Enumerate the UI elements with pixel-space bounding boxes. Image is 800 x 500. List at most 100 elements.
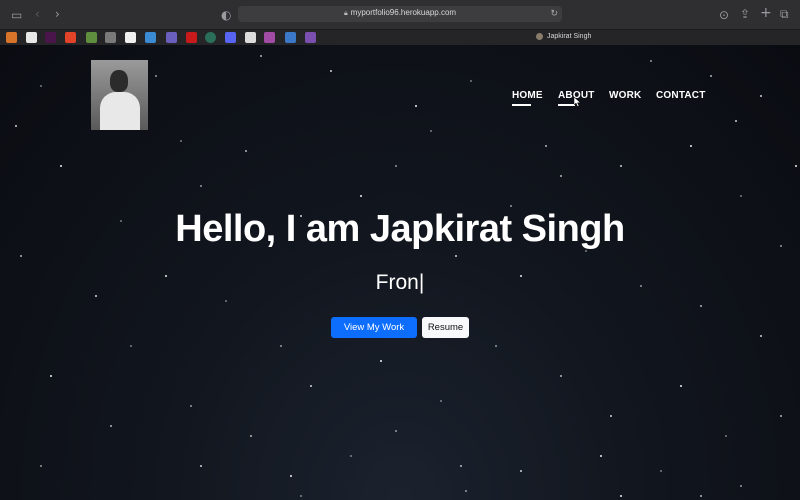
star (725, 435, 727, 437)
shield-icon[interactable]: ◐ (221, 9, 231, 21)
star (700, 495, 702, 497)
star (50, 375, 52, 377)
tab-favicon (536, 33, 543, 40)
star (330, 70, 332, 72)
star (740, 195, 742, 197)
favorite-jira-icon[interactable] (285, 32, 296, 43)
star (650, 60, 652, 62)
star (470, 80, 472, 82)
favorites-bar: Japkirat Singh (0, 29, 800, 45)
star (740, 485, 742, 487)
star (200, 185, 202, 187)
favorite-calendar-icon[interactable] (264, 32, 275, 43)
star (155, 75, 157, 77)
favorite-discord-icon[interactable] (225, 32, 236, 43)
star (560, 175, 562, 177)
browser-toolbar: ▭ ‹ › ◐ 🔒︎ myportfolio96.herokuapp.com ↻ … (0, 0, 800, 29)
star (495, 345, 497, 347)
star (690, 145, 692, 147)
star (560, 375, 562, 377)
star (130, 345, 132, 347)
download-icon[interactable]: ⊙ (719, 9, 729, 21)
star (40, 85, 42, 87)
star (520, 470, 522, 472)
star (300, 495, 302, 497)
nav-home-label: HOME (512, 90, 543, 101)
star (15, 125, 17, 127)
back-icon[interactable]: ‹ (35, 8, 40, 20)
star (760, 95, 762, 97)
star (40, 465, 42, 467)
lock-icon: 🔒︎ (343, 10, 348, 17)
star (620, 165, 622, 167)
nav-contact[interactable]: CONTACT (656, 90, 706, 101)
favorite-bootstrap-icon[interactable] (166, 32, 177, 43)
star (735, 120, 737, 122)
star (95, 295, 97, 297)
profile-photo[interactable] (91, 60, 148, 130)
star (465, 490, 467, 492)
typing-subtitle: Fron| (375, 271, 425, 294)
nav-contact-label: CONTACT (656, 90, 706, 101)
star (620, 495, 622, 497)
star (360, 195, 362, 197)
star (545, 145, 547, 147)
favorite-canva-icon[interactable] (245, 32, 256, 43)
star (460, 465, 462, 467)
star (260, 55, 262, 57)
favorite-chrome-icon[interactable] (205, 32, 216, 43)
nav-work[interactable]: WORK (609, 90, 641, 101)
star (395, 165, 397, 167)
star (760, 335, 762, 337)
star (245, 150, 247, 152)
nav-home[interactable]: HOME (512, 90, 543, 106)
favorite-bitbucket-icon[interactable] (105, 32, 116, 43)
view-my-work-button[interactable]: View My Work (331, 317, 417, 338)
favorite-github-icon[interactable] (125, 32, 136, 43)
new-tab-icon[interactable]: + (760, 6, 772, 20)
reload-icon[interactable]: ↻ (550, 8, 558, 19)
url-text: myportfolio96.herokuapp.com (350, 8, 457, 17)
tab-title-text: Japkirat Singh (547, 33, 592, 40)
share-icon[interactable]: ⇪ (740, 8, 750, 20)
favorite-linear-icon[interactable] (145, 32, 156, 43)
star (225, 300, 227, 302)
star (795, 165, 797, 167)
star (310, 385, 312, 387)
favorite-notion-icon[interactable] (305, 32, 316, 43)
favorite-gitlab-icon[interactable] (65, 32, 76, 43)
star (380, 360, 382, 362)
favorite-amazon-icon[interactable] (26, 32, 37, 43)
address-bar[interactable]: 🔒︎ myportfolio96.herokuapp.com ↻ (238, 6, 562, 22)
star (710, 75, 712, 77)
star (455, 255, 457, 257)
favorite-gmail-icon[interactable] (6, 32, 17, 43)
star (110, 425, 112, 427)
sidebar-toggle-icon[interactable]: ▭ (11, 9, 22, 21)
star (415, 105, 417, 107)
star (700, 305, 702, 307)
star (180, 140, 182, 142)
star (610, 415, 612, 417)
forward-icon[interactable]: › (55, 8, 60, 20)
star (510, 205, 512, 207)
star (660, 470, 662, 472)
star (780, 415, 782, 417)
star (430, 130, 432, 132)
star (440, 400, 442, 402)
resume-button[interactable]: Resume (422, 317, 469, 338)
active-underline (512, 104, 531, 106)
star (680, 385, 682, 387)
tab-overview-icon[interactable]: ⧉ (780, 8, 789, 20)
favorite-netflix-icon[interactable] (186, 32, 197, 43)
star (290, 475, 292, 477)
portfolio-page: HOME ABOUT WORK CONTACT Hello, I am Japk… (0, 45, 800, 500)
star (200, 465, 202, 467)
favorite-shopify-icon[interactable] (86, 32, 97, 43)
tab-title[interactable]: Japkirat Singh (536, 33, 591, 40)
nav-work-label: WORK (609, 90, 642, 101)
star (350, 455, 352, 457)
star (20, 255, 22, 257)
star (190, 405, 192, 407)
favorite-slack-icon[interactable] (45, 32, 56, 43)
